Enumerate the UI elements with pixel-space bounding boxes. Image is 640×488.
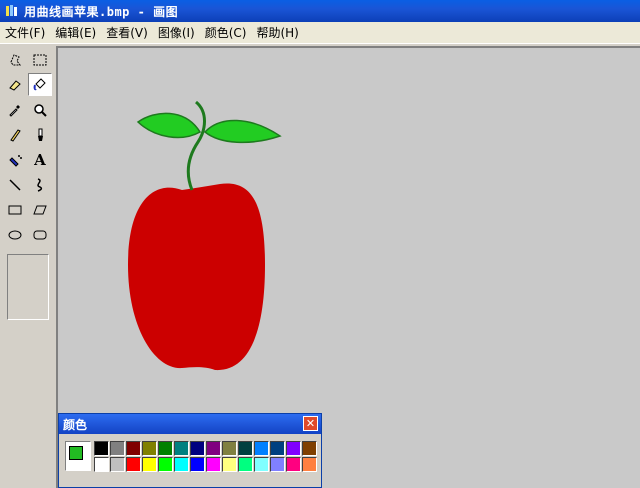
line-icon [9, 178, 21, 191]
free-form-select-icon [10, 53, 21, 65]
airbrush-tool[interactable] [3, 148, 27, 171]
free-form-select-tool[interactable] [3, 48, 27, 71]
color-swatch[interactable] [302, 441, 317, 456]
window-title: 用曲线画苹果.bmp - 画图 [24, 4, 179, 19]
select-tool[interactable] [28, 48, 52, 71]
apple-shape [128, 183, 265, 371]
color-swatch[interactable] [270, 441, 285, 456]
menu-view[interactable]: 查看(V) [101, 23, 153, 43]
current-colors [65, 441, 91, 471]
color-swatch[interactable] [190, 457, 205, 472]
color-swatch[interactable] [286, 457, 301, 472]
color-swatch[interactable] [270, 457, 285, 472]
rounded-rectangle-tool[interactable] [28, 223, 52, 246]
menu-help[interactable]: 帮助(H) [251, 23, 303, 43]
color-swatch[interactable] [126, 441, 141, 456]
color-swatch[interactable] [254, 441, 269, 456]
curve-icon [37, 177, 43, 192]
text-icon: A [34, 150, 46, 169]
menu-colors[interactable]: 颜色(C) [200, 23, 252, 43]
paint-app-icon [6, 5, 17, 16]
brush-tool[interactable] [28, 123, 52, 146]
fill-tool[interactable] [28, 73, 52, 96]
menu-bar: 文件(F) 编辑(E) 查看(V) 图像(I) 颜色(C) 帮助(H) [0, 22, 640, 44]
apple-stem [186, 100, 206, 191]
menu-image[interactable]: 图像(I) [153, 23, 200, 43]
magnifier-tool[interactable] [28, 98, 52, 121]
color-swatch[interactable] [174, 441, 189, 456]
rect-select-icon [33, 54, 47, 65]
ellipse-icon [8, 230, 22, 239]
brush-icon [38, 128, 43, 141]
color-swatch[interactable] [94, 441, 109, 456]
color-swatch[interactable] [206, 457, 221, 472]
airbrush-icon [9, 154, 22, 167]
rectangle-tool[interactable] [3, 198, 27, 221]
color-swatch[interactable] [190, 441, 205, 456]
polygon-tool[interactable] [28, 198, 52, 221]
color-swatch[interactable] [206, 441, 221, 456]
color-swatch[interactable] [158, 457, 173, 472]
color-swatch[interactable] [222, 441, 237, 456]
eraser-tool[interactable] [3, 73, 27, 96]
foreground-color-swatch [69, 446, 83, 460]
color-swatch[interactable] [302, 457, 317, 472]
pencil-icon [10, 128, 21, 142]
polygon-icon [33, 205, 47, 214]
eraser-icon [9, 79, 21, 91]
rectangle-icon [8, 205, 22, 214]
eyedropper-icon [9, 104, 20, 117]
toolbox: A [0, 46, 56, 488]
magnifier-icon [34, 103, 47, 117]
color-swatch[interactable] [254, 457, 269, 472]
line-tool[interactable] [3, 173, 27, 196]
color-swatch[interactable] [158, 441, 173, 456]
color-swatch[interactable] [286, 441, 301, 456]
tool-options-panel[interactable] [7, 254, 49, 320]
color-swatch[interactable] [174, 457, 189, 472]
left-leaf [136, 112, 202, 139]
menu-edit[interactable]: 编辑(E) [50, 23, 101, 43]
menu-file[interactable]: 文件(F) [0, 23, 50, 43]
color-swatch[interactable] [110, 457, 125, 472]
right-leaf [203, 119, 282, 144]
pencil-tool[interactable] [3, 123, 27, 146]
color-palette [94, 441, 317, 472]
color-swatch[interactable] [142, 457, 157, 472]
color-box-title: 颜色 [63, 417, 88, 432]
pick-color-tool[interactable] [3, 98, 27, 121]
curve-tool[interactable] [28, 173, 52, 196]
ellipse-tool[interactable] [3, 223, 27, 246]
close-icon[interactable]: ✕ [303, 416, 318, 431]
color-swatch[interactable] [94, 457, 109, 472]
color-swatch[interactable] [126, 457, 141, 472]
color-box-titlebar[interactable]: 颜色 ✕ [59, 414, 321, 434]
color-swatch[interactable] [222, 457, 237, 472]
text-tool[interactable]: A [28, 148, 52, 171]
color-swatch[interactable] [142, 441, 157, 456]
title-bar: 用曲线画苹果.bmp - 画图 [0, 0, 640, 22]
fill-bucket-icon [33, 77, 46, 90]
rounded-rectangle-icon [33, 230, 47, 239]
color-box-window: 颜色 ✕ [58, 413, 322, 488]
color-swatch[interactable] [238, 457, 253, 472]
color-swatch[interactable] [238, 441, 253, 456]
color-swatch[interactable] [110, 441, 125, 456]
